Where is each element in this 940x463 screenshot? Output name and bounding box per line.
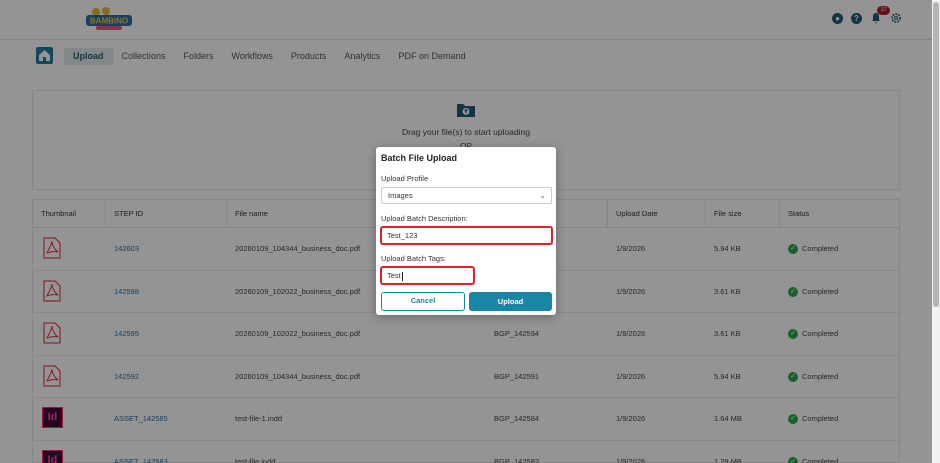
upload-button[interactable]: Upload xyxy=(469,292,552,311)
upload-profile-label: Upload Profile xyxy=(381,174,429,183)
scrollbar-thumb[interactable] xyxy=(933,2,939,307)
text-caret xyxy=(401,271,403,281)
page-scrollbar[interactable] xyxy=(932,0,940,463)
batch-tags-value: Test xyxy=(387,271,401,280)
batch-description-value: Test_123 xyxy=(387,231,418,240)
batch-tags-input[interactable]: Test xyxy=(380,266,475,285)
upload-profile-select[interactable]: Images ⌄ xyxy=(381,187,552,204)
batch-description-input[interactable]: Test_123 xyxy=(380,226,553,245)
cancel-button[interactable]: Cancel xyxy=(381,292,465,311)
modal-title: Batch File Upload xyxy=(381,153,458,163)
upload-profile-value: Images xyxy=(388,191,413,200)
batch-upload-modal: Batch File Upload Upload Profile Images … xyxy=(376,147,556,315)
batch-tags-label: Upload Batch Tags: xyxy=(381,254,446,263)
chevron-down-icon: ⌄ xyxy=(539,191,546,200)
batch-description-label: Upload Batch Description: xyxy=(381,214,468,223)
